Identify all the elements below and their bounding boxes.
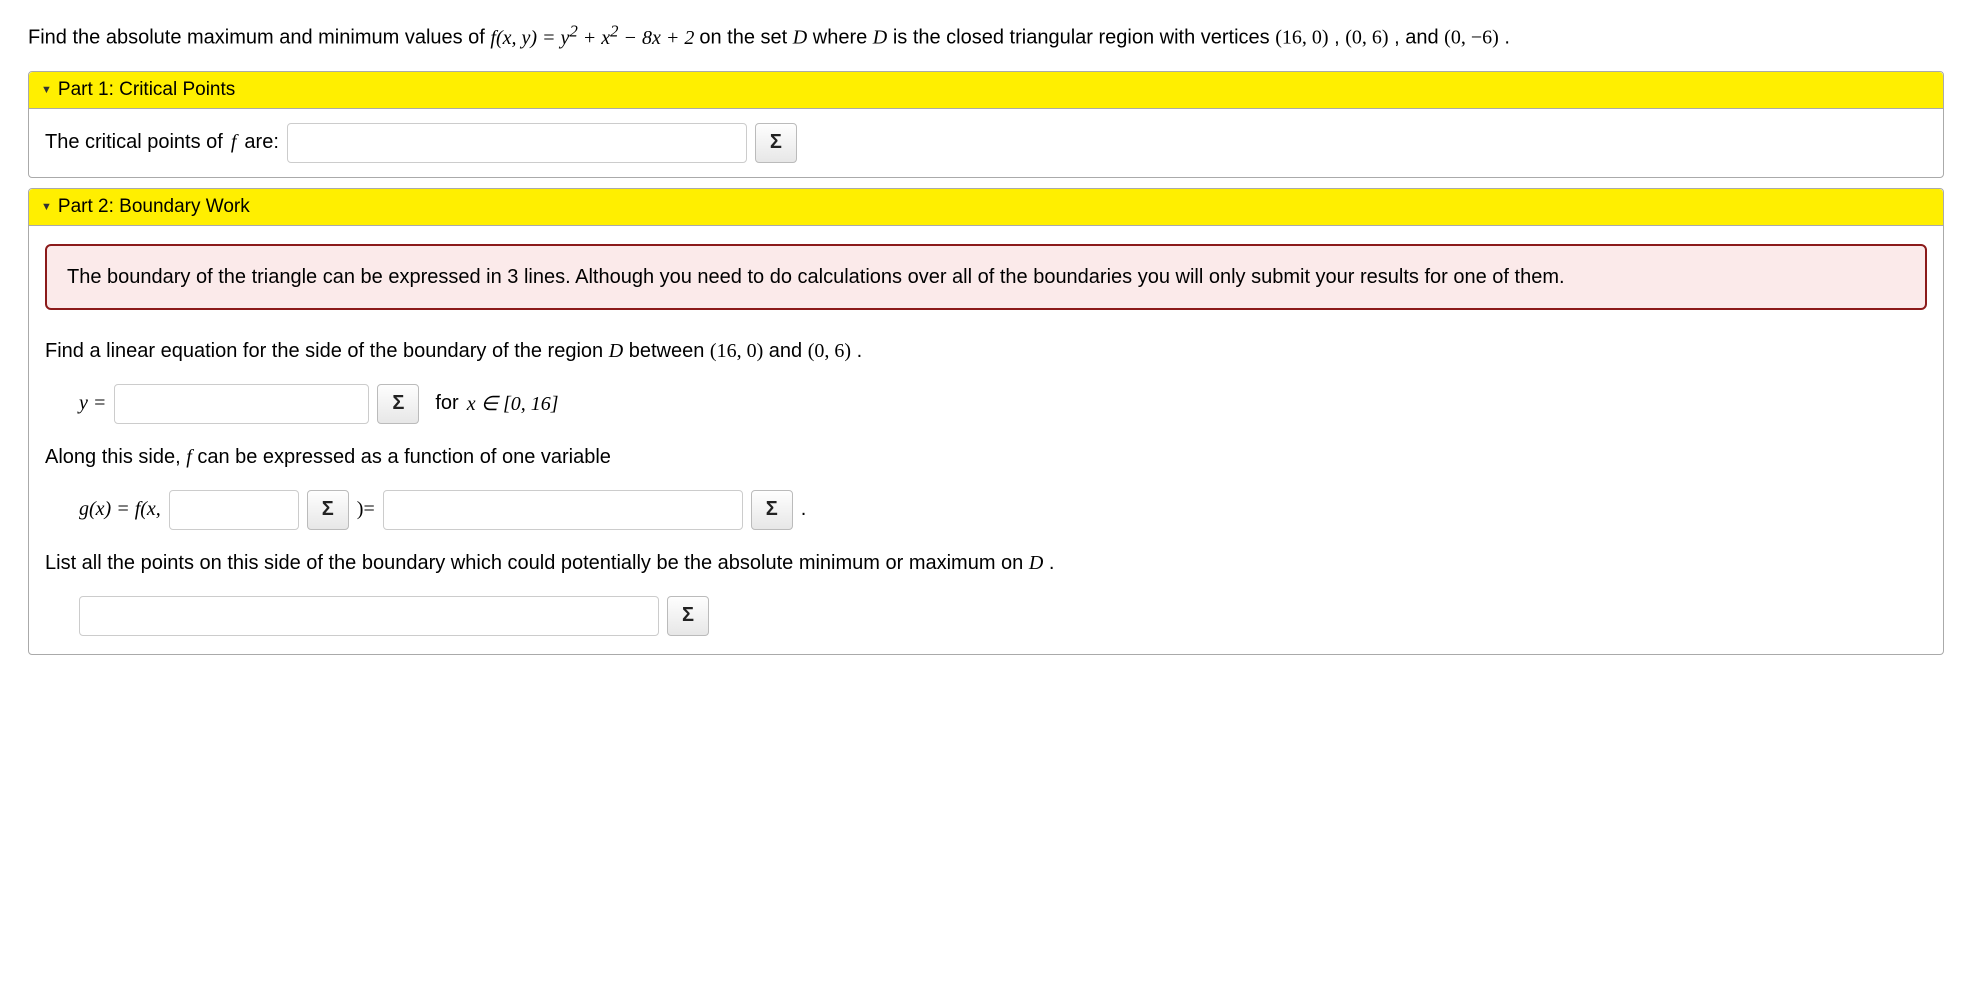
part-2-title: Part 2: Boundary Work	[58, 196, 250, 218]
g-lhs: g(x) = f(x,	[79, 498, 161, 521]
math-D: D	[1029, 552, 1043, 574]
g-arg-input[interactable]	[169, 490, 299, 530]
part-1-body: The critical points of f are: Σ	[29, 109, 1943, 177]
part-2-container: ▼ Part 2: Boundary Work The boundary of …	[28, 188, 1944, 655]
math-D: D	[609, 340, 623, 362]
critical-points-input[interactable]	[287, 123, 747, 163]
g-rhs-label: )=	[357, 498, 375, 521]
part-2-header[interactable]: ▼ Part 2: Boundary Work	[29, 189, 1943, 226]
critical-points-row: The critical points of f are: Σ	[45, 123, 1927, 163]
part-1-title: Part 1: Critical Points	[58, 79, 235, 101]
text: .	[1049, 552, 1055, 574]
point-2: (0, 6)	[808, 340, 851, 362]
point-1: (16, 0)	[710, 340, 763, 362]
text: can be expressed as a function of one va…	[197, 446, 611, 468]
sigma-button[interactable]: Σ	[751, 490, 793, 530]
problem-statement: Find the absolute maximum and minimum va…	[28, 18, 1944, 53]
sigma-button[interactable]: Σ	[667, 596, 709, 636]
part-1-container: ▼ Part 1: Critical Points The critical p…	[28, 71, 1944, 178]
sigma-button[interactable]: Σ	[755, 123, 797, 163]
y-equals-label: y =	[79, 392, 106, 415]
math-D: D	[873, 27, 887, 49]
math-seg: + x	[578, 27, 610, 49]
text: Find a linear equation for the side of t…	[45, 340, 609, 362]
y-equals-row: y = Σ for x ∈ [0, 16]	[45, 384, 1927, 424]
text: Along this side,	[45, 446, 186, 468]
text: where	[813, 27, 873, 49]
text: ,	[1334, 27, 1345, 49]
line-eq-prompt: Find a linear equation for the side of t…	[45, 336, 1927, 366]
chevron-down-icon: ▼	[41, 84, 52, 96]
points-list-input[interactable]	[79, 596, 659, 636]
text: is the closed triangular region with ver…	[893, 27, 1275, 49]
notice-box: The boundary of the triangle can be expr…	[45, 244, 1927, 310]
y-input[interactable]	[114, 384, 369, 424]
chevron-down-icon: ▼	[41, 201, 52, 213]
g-value-input[interactable]	[383, 490, 743, 530]
along-side-text: Along this side, f can be expressed as a…	[45, 442, 1927, 472]
math-seg: − 8x + 2	[618, 27, 694, 49]
for-label: for	[435, 392, 458, 415]
label-f: f	[231, 131, 237, 154]
math-D: D	[793, 27, 807, 49]
label-pre: The critical points of	[45, 131, 223, 154]
part-2-body: The boundary of the triangle can be expr…	[29, 226, 1943, 654]
text: on the set	[699, 27, 792, 49]
text: and	[769, 340, 808, 362]
list-points-prompt: List all the points on this side of the …	[45, 548, 1927, 578]
math-func: f(x, y) = y2 + x2 − 8x + 2	[490, 27, 699, 49]
vertex-2: (0, 6)	[1345, 27, 1388, 49]
x-domain: x ∈ [0, 16]	[467, 391, 559, 416]
text: Find the absolute maximum and minimum va…	[28, 27, 490, 49]
dot: .	[801, 498, 807, 521]
text: , and	[1394, 27, 1444, 49]
text: between	[629, 340, 710, 362]
sigma-button[interactable]: Σ	[377, 384, 419, 424]
vertex-3: (0, −6)	[1444, 27, 1499, 49]
math-seg: f(x, y) = y	[490, 27, 569, 49]
text: .	[857, 340, 863, 362]
g-row: g(x) = f(x, Σ )= Σ .	[45, 490, 1927, 530]
text: .	[1504, 27, 1510, 49]
sigma-button[interactable]: Σ	[307, 490, 349, 530]
notice-text: The boundary of the triangle can be expr…	[67, 266, 1565, 288]
list-points-row: Σ	[45, 596, 1927, 636]
text: List all the points on this side of the …	[45, 552, 1029, 574]
math-f: f	[186, 446, 192, 468]
label-post: are:	[244, 131, 278, 154]
part-1-header[interactable]: ▼ Part 1: Critical Points	[29, 72, 1943, 109]
vertex-1: (16, 0)	[1275, 27, 1328, 49]
